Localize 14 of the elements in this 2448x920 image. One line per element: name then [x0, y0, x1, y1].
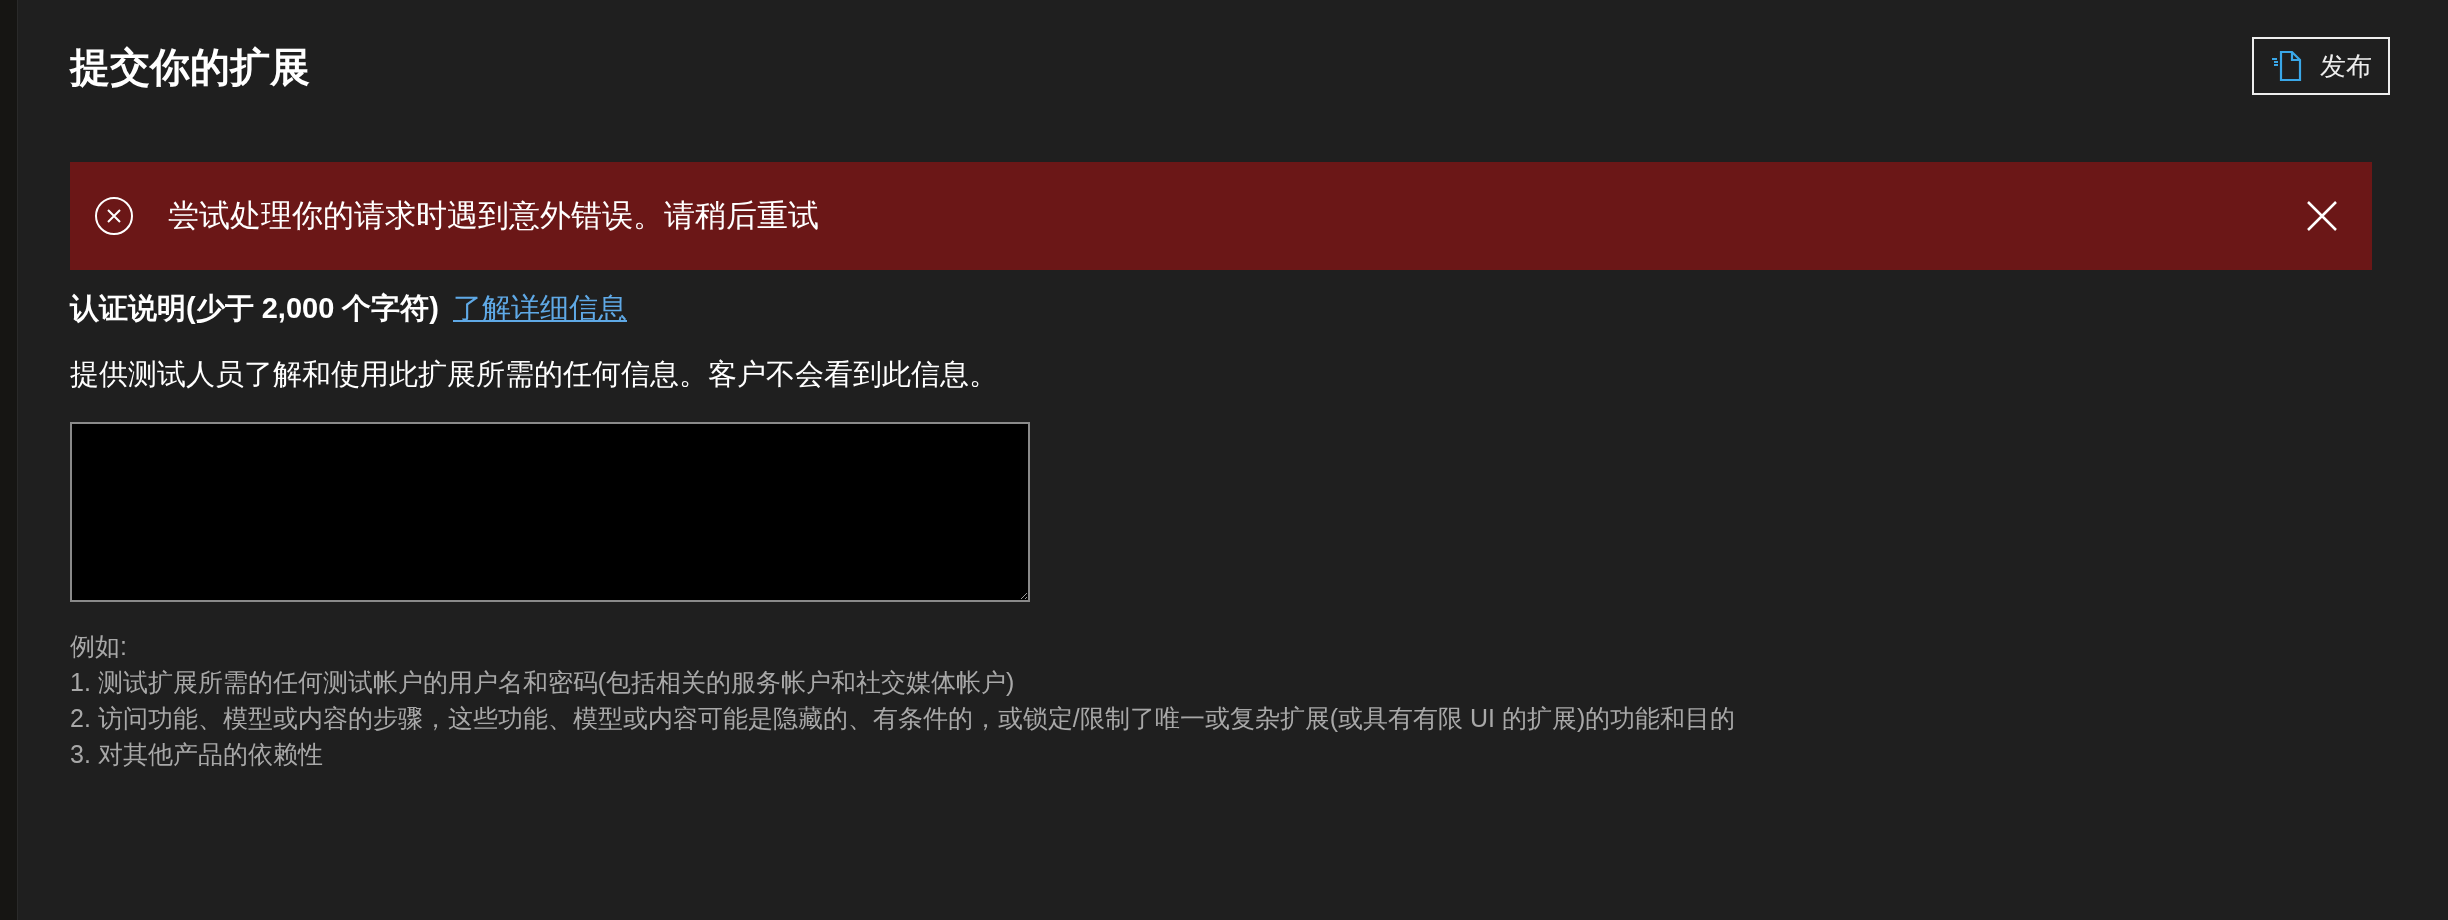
document-icon [2270, 50, 2304, 82]
learn-more-link[interactable]: 了解详细信息 [453, 286, 627, 330]
error-icon [94, 196, 134, 236]
examples-heading: 例如: [70, 631, 128, 662]
notes-input[interactable] [70, 422, 1030, 602]
publish-button[interactable]: 发布 [2252, 37, 2390, 95]
close-icon [2306, 200, 2338, 232]
page-title: 提交你的扩展 [70, 47, 310, 87]
example-item: 1. 测试扩展所需的任何测试帐户的用户名和密码(包括相关的服务帐户和社交媒体帐户) [70, 667, 1016, 698]
field-label: 认证说明(少于 2,000 个字符) [70, 291, 439, 326]
example-item: 2. 访问功能、模型或内容的步骤，这些功能、模型或内容可能是隐藏的、有条件的，或锁定/限制了唯一或复杂扩展(或具有有限 UI 的扩展)的功能和目的 [70, 703, 1737, 734]
error-message: 尝试处理你的请求时遇到意外错误。请稍后重试 [168, 196, 819, 235]
example-item: 3. 对其他产品的依赖性 [70, 739, 324, 770]
field-description: 提供测试人员了解和使用此扩展所需的任何信息。客户不会看到此信息。 [70, 357, 999, 392]
